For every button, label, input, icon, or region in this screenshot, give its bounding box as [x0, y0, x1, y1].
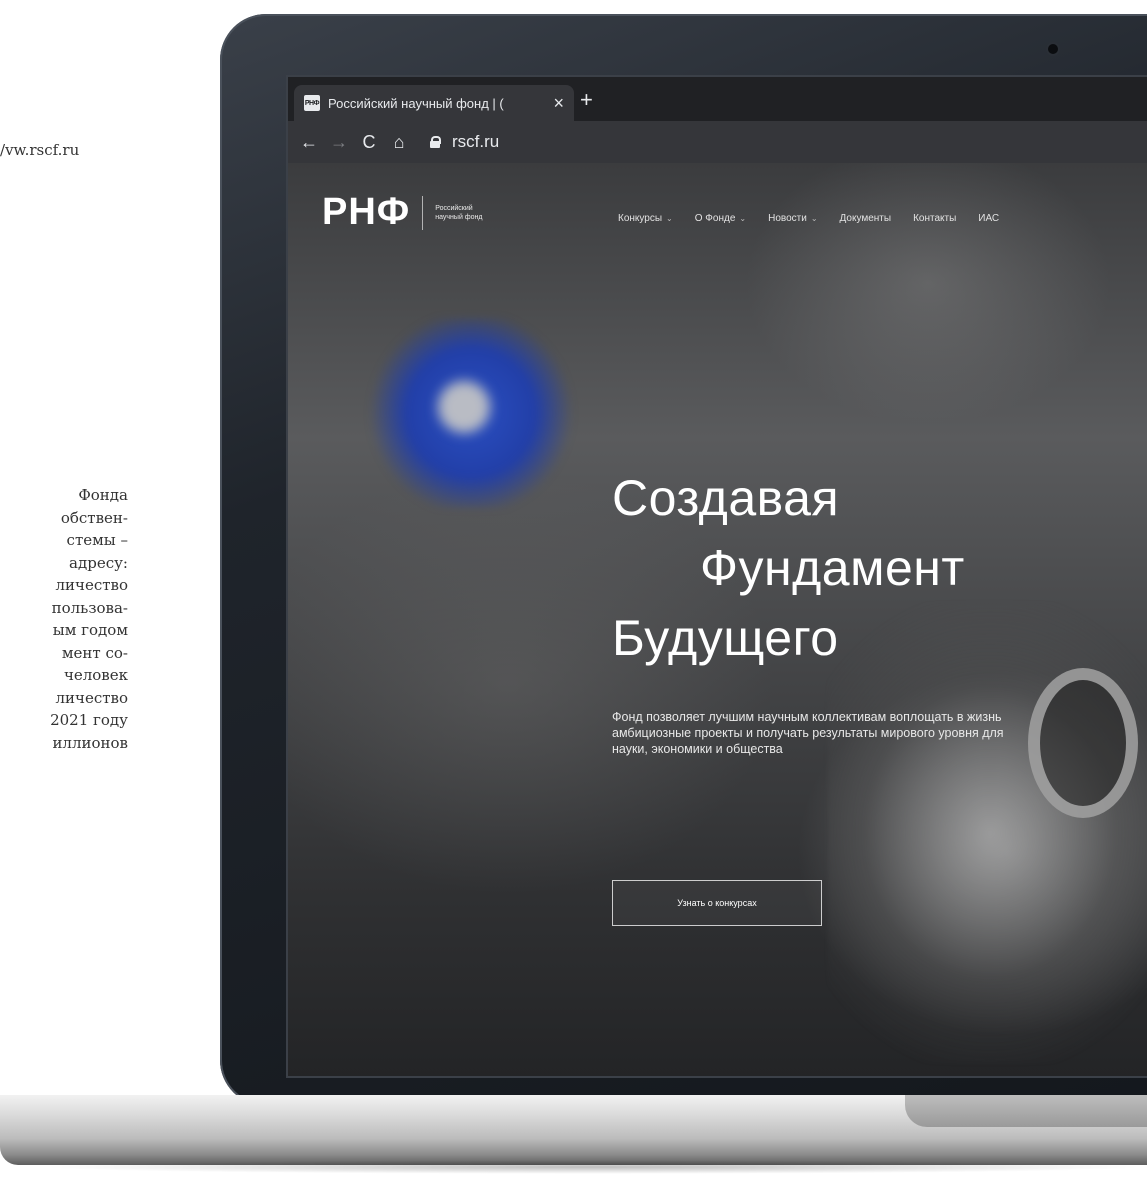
side-paragraph-line: мент со-	[61, 643, 128, 662]
nav-item[interactable]: ИАС	[978, 213, 999, 224]
nav-item-label: ИАС	[978, 213, 1000, 224]
side-paragraph-line: личество	[55, 576, 129, 594]
reload-icon[interactable]: C	[354, 132, 384, 153]
address-bar[interactable]: rscf.ru	[430, 132, 499, 152]
nav-item[interactable]: Новости ⌄	[768, 213, 817, 224]
nav-item-label: Документы	[839, 213, 892, 224]
logo-divider	[422, 195, 424, 230]
tab-title: Российский научный фонд | (	[328, 95, 504, 111]
side-paragraph-line: ым годом	[52, 621, 128, 639]
browser-tab[interactable]: РНФ Российский научный фонд | ( ×	[294, 85, 574, 121]
site-nav: Конкурсы ⌄ О Фонде ⌄ Новости ⌄ Документы Контак…	[618, 213, 1021, 224]
learn-competitions-button[interactable]: Узнать о конкурсах	[612, 880, 822, 926]
side-paragraph-line: личество	[55, 688, 129, 707]
forward-icon[interactable]: →	[324, 132, 354, 153]
browser-toolbar: ← → C ⌂ rscf.ru	[288, 121, 1147, 163]
side-paragraph-line: иллионов	[52, 733, 128, 752]
new-tab-icon[interactable]: +	[580, 87, 593, 113]
laptop-notch	[905, 1095, 1147, 1127]
hero-subtitle: Фонд позволяет лучшим научным коллектива…	[612, 710, 1004, 756]
laptop-shadow	[40, 1160, 1147, 1174]
side-paragraph-line: стемы –	[66, 531, 128, 549]
hero-title: Создавая Фундамент Будущего	[612, 463, 965, 673]
nav-item-label: Контакты	[913, 213, 957, 224]
camera-icon	[1048, 44, 1058, 54]
site-logo[interactable]: РНФ Российский научный фонд	[322, 191, 487, 234]
browser-tabbar: РНФ Российский научный фонд | ( × +	[288, 77, 1147, 121]
nav-item[interactable]: Конкурсы ⌄	[618, 213, 673, 224]
nav-item[interactable]: Документы	[840, 213, 892, 224]
hero-title-line: Создавая	[612, 470, 840, 526]
hero-title-line: Будущего	[612, 610, 839, 666]
logo-text: Российский научный фонд	[435, 204, 483, 221]
chevron-down-icon: ⌄	[810, 214, 818, 223]
lock-icon	[430, 136, 441, 148]
home-icon[interactable]: ⌂	[384, 132, 414, 153]
chevron-down-icon: ⌄	[666, 214, 673, 223]
side-paragraph-line: обствен-	[60, 508, 128, 527]
nav-item[interactable]: Контакты	[913, 213, 956, 224]
site-header: РНФ Российский научный фонд Конкурсы ⌄ О Ф…	[288, 163, 1147, 253]
knob-image	[1028, 668, 1138, 818]
side-paragraph: Фонда обствен-стемы – адресу: личество польз…	[0, 484, 128, 754]
close-tab-icon[interactable]: ×	[553, 93, 564, 114]
nav-item-label: О Фонде	[694, 213, 736, 224]
side-paragraph-line: Фонда	[78, 486, 128, 504]
side-paragraph-line: пользова-	[51, 598, 128, 617]
nav-item-label: Конкурсы	[618, 213, 663, 224]
nav-item-label: Новости	[768, 213, 807, 224]
side-url-text: vw.rscf.ru/	[0, 141, 80, 159]
hero-title-line: Фундамент	[700, 540, 965, 596]
address-url: rscf.ru	[452, 132, 500, 151]
logo-mark: РНФ	[322, 191, 411, 233]
back-icon[interactable]: ←	[294, 132, 324, 153]
side-paragraph-line: человек	[63, 666, 128, 684]
website-hero: РНФ Российский научный фонд Конкурсы ⌄ О Ф…	[288, 163, 1147, 1076]
side-paragraph-line: 2021 году	[50, 711, 128, 729]
laptop-screen: РНФ Российский научный фонд | ( × + ← → …	[286, 75, 1147, 1078]
nav-item[interactable]: О Фонде ⌄	[695, 213, 746, 224]
favicon-icon: РНФ	[304, 95, 320, 111]
side-paragraph-line: адресу:	[69, 553, 128, 572]
gear-hole-image	[438, 381, 490, 433]
chevron-down-icon: ⌄	[739, 214, 747, 223]
